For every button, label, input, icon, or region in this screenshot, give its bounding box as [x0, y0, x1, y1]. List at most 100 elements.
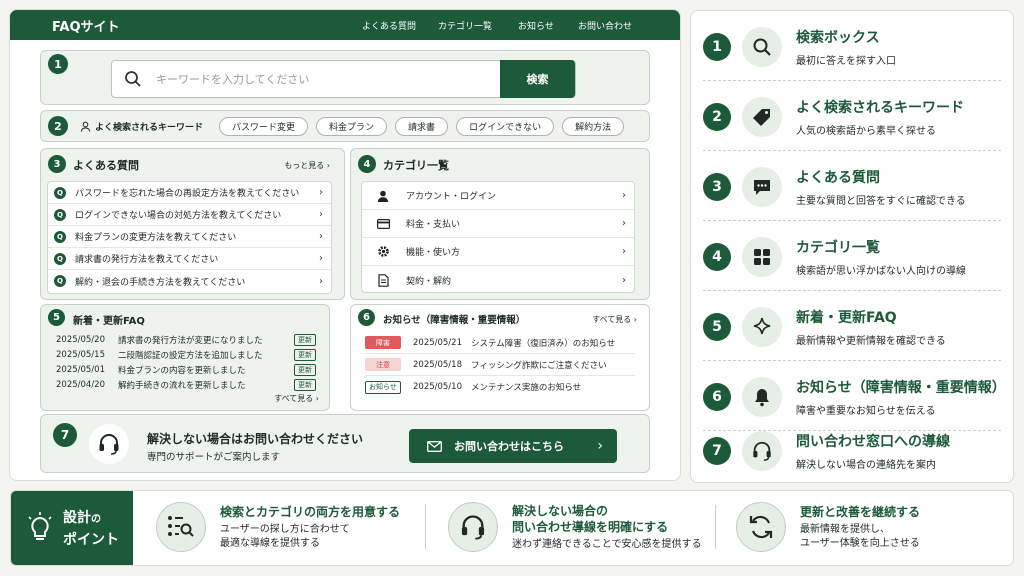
search-button[interactable]: 検索	[500, 60, 575, 98]
notice-more-link[interactable]: すべて見る ›	[592, 314, 637, 325]
divider	[425, 505, 426, 549]
keywords-label: よく検索されるキーワード	[95, 122, 204, 133]
tag-icon	[742, 96, 782, 137]
category-title: カテゴリ一覧	[383, 159, 449, 172]
info-badge: お知らせ	[365, 380, 401, 394]
legend-card: 1 検索ボックス 最初に答えを探す入口 2 よく検索されるキーワード 人気の検索語か…	[690, 10, 1014, 483]
nav-contact[interactable]: お問い合わせ	[578, 19, 632, 32]
chevron-right-icon: ›	[319, 187, 323, 198]
keyword-tag[interactable]: 請求書	[395, 116, 449, 136]
design-points-label: 設計の ポイント	[11, 491, 133, 565]
contact-subtitle: 専門のサポートがご案内します	[147, 452, 281, 463]
news-item[interactable]: 2025/05/01 料金プランの内容を更新しました 更新	[56, 362, 316, 377]
news-more-link[interactable]: すべて見る ›	[274, 393, 319, 404]
person-icon	[80, 121, 91, 132]
card-icon	[376, 218, 390, 229]
update-badge: 更新	[294, 333, 316, 346]
bell-icon	[742, 376, 782, 417]
search-icon	[124, 70, 142, 88]
nav-faq[interactable]: よくある質問	[362, 19, 416, 32]
category-list: アカウント・ログイン › 料金・支払い › 機能・使い方 › 契約・解約 ›	[361, 181, 635, 293]
search-box[interactable]: キーワードを入力してください 検索	[111, 60, 576, 98]
keyword-tag[interactable]: ログインできない	[456, 116, 555, 136]
section-number: 7	[53, 423, 77, 447]
category-panel: 4 カテゴリ一覧 アカウント・ログイン › 料金・支払い › 機能・使い方 › 契約・…	[350, 148, 650, 300]
headset-icon	[448, 502, 498, 552]
search-input[interactable]: キーワードを入力してください	[156, 71, 500, 87]
news-item[interactable]: 2025/04/20 解約手続きの流れを更新しました 更新	[56, 377, 316, 392]
design-point-contact: 解決しない場合の 問い合わせ導線を明確にする 迷わず連絡できることで安心感を提供…	[448, 497, 702, 557]
gear-icon	[376, 245, 390, 258]
site-header: FAQサイト よくある質問 カテゴリ一覧 お知らせ お問い合わせ	[10, 10, 680, 40]
section-number: 3	[48, 155, 66, 173]
news-item[interactable]: 2025/05/20 請求書の発行方法が変更になりました 更新	[56, 332, 316, 347]
category-item[interactable]: 契約・解約 ›	[362, 266, 634, 294]
list-search-icon	[156, 502, 206, 552]
site-logo[interactable]: FAQサイト	[52, 16, 352, 35]
search-panel: 1 キーワードを入力してください 検索	[40, 50, 650, 105]
q-icon: Q	[54, 186, 66, 199]
legend-row-news: 5 新着・更新FAQ 最新情報や更新情報を確認できる	[703, 293, 1001, 361]
category-item[interactable]: 機能・使い方 ›	[362, 238, 634, 266]
contact-title: 解決しない場合はお問い合わせください	[147, 432, 364, 446]
keyword-tag[interactable]: 料金プラン	[316, 116, 388, 136]
notice-list: 障害 2025/05/21 システム障害（復旧済み）のお知らせ 注意 2025/05/…	[365, 332, 635, 398]
news-item[interactable]: 2025/05/15 二段階認証の設定方法を追加しました 更新	[56, 347, 316, 362]
news-list: 2025/05/20 請求書の発行方法が変更になりました 更新 2025/05/15…	[56, 332, 316, 392]
faq-site-mock: FAQサイト よくある質問 カテゴリ一覧 お知らせ お問い合わせ 1 キーワード…	[9, 9, 681, 481]
news-title: 新着・更新FAQ	[73, 316, 145, 327]
update-badge: 更新	[294, 378, 316, 391]
faq-title: よくある質問	[73, 159, 139, 172]
search-icon	[742, 26, 782, 67]
section-number: 4	[358, 155, 376, 173]
category-item[interactable]: 料金・支払い ›	[362, 210, 634, 238]
contact-panel: 7 解決しない場合はお問い合わせください 専門のサポートがご案内します お問い合…	[40, 414, 650, 473]
section-number: 5	[48, 309, 65, 326]
q-icon: Q	[54, 230, 66, 243]
keyword-tag[interactable]: 解約方法	[562, 116, 625, 136]
chevron-right-icon: ›	[622, 190, 626, 201]
chevron-right-icon: ›	[319, 275, 323, 287]
notice-item[interactable]: 注意 2025/05/18 フィッシング詐欺にご注意ください	[365, 354, 635, 376]
q-icon: Q	[54, 208, 66, 221]
faq-item[interactable]: Q 請求書の発行方法を教えてください ›	[48, 248, 331, 270]
headset-icon	[742, 431, 782, 471]
notice-title: お知らせ（障害情報・重要情報）	[383, 315, 526, 326]
user-icon	[376, 190, 390, 202]
chevron-right-icon: ›	[319, 231, 323, 242]
chevron-right-icon: ›	[319, 253, 323, 264]
chevron-right-icon: ›	[597, 438, 603, 454]
faq-item[interactable]: Q パスワードを忘れた場合の再設定方法を教えてください ›	[48, 182, 331, 204]
legend-row-contact: 7 問い合わせ窓口への導線 解決しない場合の連絡先を案内	[703, 421, 1001, 481]
chat-icon	[742, 166, 782, 207]
legend-row-faq: 3 よくある質問 主要な質問と回答をすぐに確認できる	[703, 153, 1001, 221]
faq-item[interactable]: Q 料金プランの変更方法を教えてください ›	[48, 226, 331, 248]
section-number: 6	[358, 309, 375, 326]
nav-category[interactable]: カテゴリ一覧	[438, 19, 492, 32]
keyword-tag[interactable]: パスワード変更	[219, 116, 309, 136]
chevron-right-icon: ›	[622, 246, 626, 257]
update-badge: 更新	[294, 363, 316, 376]
sparkle-icon	[742, 306, 782, 347]
outage-badge: 障害	[365, 336, 401, 349]
faq-list: Q パスワードを忘れた場合の再設定方法を教えてください › Q ログインできない場合の…	[47, 181, 332, 294]
faq-item[interactable]: Q 解約・退会の手続き方法を教えてください ›	[48, 270, 331, 292]
section-number: 2	[48, 116, 68, 136]
notice-panel: 6 お知らせ（障害情報・重要情報） すべて見る › 障害 2025/05/21 シス…	[350, 304, 650, 411]
faq-panel: 3 よくある質問 もっと見る › Q パスワードを忘れた場合の再設定方法を教えてく…	[40, 148, 345, 300]
mail-icon	[427, 440, 442, 452]
faq-more-link[interactable]: もっと見る ›	[284, 160, 330, 171]
notice-item[interactable]: 障害 2025/05/21 システム障害（復旧済み）のお知らせ	[365, 332, 635, 354]
faq-item[interactable]: Q ログインできない場合の対処方法を教えてください ›	[48, 204, 331, 226]
grid-icon	[742, 236, 782, 277]
news-panel: 5 新着・更新FAQ 2025/05/20 請求書の発行方法が変更になりました 更新…	[40, 304, 330, 411]
category-item[interactable]: アカウント・ログイン ›	[362, 182, 634, 210]
contact-button[interactable]: お問い合わせはこちら ›	[409, 429, 617, 463]
chevron-right-icon: ›	[622, 218, 626, 229]
nav-news[interactable]: お知らせ	[518, 19, 554, 32]
headset-icon	[89, 424, 129, 464]
q-icon: Q	[54, 252, 66, 265]
update-badge: 更新	[294, 348, 316, 361]
chevron-right-icon: ›	[622, 274, 626, 286]
notice-item[interactable]: お知らせ 2025/05/10 メンテナンス実施のお知らせ	[365, 376, 635, 398]
